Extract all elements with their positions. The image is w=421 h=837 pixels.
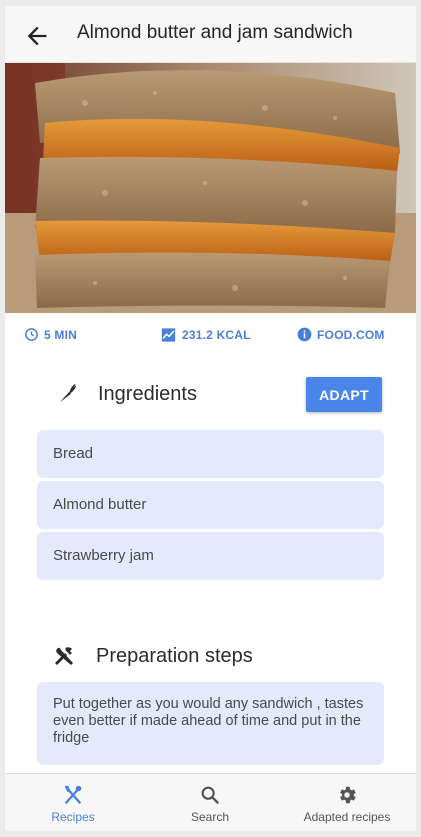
source-label: FOOD.COM bbox=[317, 327, 385, 342]
nav-adapted-recipes-label: Adapted recipes bbox=[303, 810, 391, 824]
nav-search-label: Search bbox=[190, 810, 230, 824]
ingredient-item: Almond butter bbox=[37, 481, 384, 529]
preparation-title: Preparation steps bbox=[96, 644, 253, 667]
tools-icon bbox=[55, 647, 73, 665]
preparation-step: Put together as you would any sandwich ,… bbox=[37, 682, 384, 765]
chart-icon bbox=[161, 328, 176, 342]
ingredients-title: Ingredients bbox=[98, 382, 197, 405]
prep-time-label: 5 MIN bbox=[44, 327, 78, 342]
ingredient-item: Strawberry jam bbox=[37, 532, 384, 580]
utensils-icon bbox=[64, 785, 82, 804]
preparation-header: Preparation steps bbox=[52, 644, 253, 668]
source[interactable]: FOOD.COM bbox=[297, 327, 385, 342]
app-screen: Almond butter and jam sandwich 5 MIN 231… bbox=[5, 6, 416, 831]
info-icon bbox=[297, 327, 312, 342]
carrot-icon bbox=[59, 384, 77, 403]
search-icon bbox=[201, 786, 220, 805]
page-title: Almond butter and jam sandwich bbox=[77, 22, 353, 43]
nav-recipes-label: Recipes bbox=[51, 810, 95, 824]
gear-icon bbox=[340, 786, 356, 804]
nav-search[interactable]: Search bbox=[165, 774, 255, 831]
recipe-hero-image bbox=[5, 63, 416, 313]
calories: 231.2 KCAL bbox=[160, 327, 251, 343]
ingredients-header: Ingredients bbox=[57, 382, 197, 406]
nav-recipes[interactable]: Recipes bbox=[27, 774, 119, 831]
clock-icon bbox=[25, 328, 38, 341]
nav-adapted-recipes[interactable]: Adapted recipes bbox=[297, 774, 397, 831]
ingredient-item: Bread bbox=[37, 430, 384, 478]
calories-label: 231.2 KCAL bbox=[182, 328, 251, 342]
prep-time: 5 MIN bbox=[24, 327, 77, 342]
adapt-button[interactable]: ADAPT bbox=[306, 377, 382, 412]
app-bar: Almond butter and jam sandwich bbox=[5, 6, 416, 63]
back-arrow-icon[interactable] bbox=[23, 22, 51, 50]
bottom-navigation: Recipes Search Adapted recipes bbox=[5, 773, 416, 831]
